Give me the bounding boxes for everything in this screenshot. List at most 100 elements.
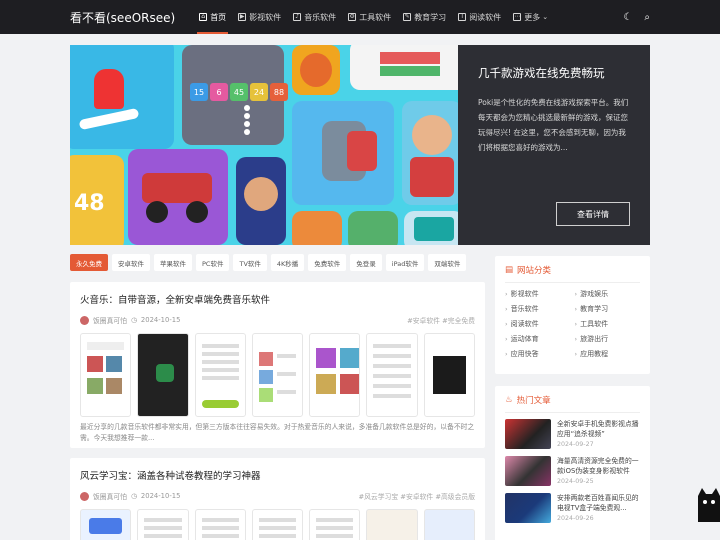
hot-article-thumb[interactable] [505, 419, 551, 449]
game-tile: 48 [70, 155, 124, 245]
chevron-right-icon: › [505, 290, 508, 298]
tab-dual[interactable]: 双端软件 [428, 254, 467, 271]
header-actions: ☾ ⌕ [623, 0, 650, 34]
screenshot-thumb [366, 509, 418, 540]
music-icon: ♪ [293, 13, 302, 21]
article-date: 2024-10-15 [140, 316, 181, 324]
article-excerpt: 最近分享的几款音乐软件都非常实用，但第三方版本往往容易失效。对于热爱音乐的人来说… [80, 423, 475, 442]
hot-article-item[interactable]: 安排两款老百姓喜闻乐见的电视TV盒子端免费观... 2024-09-26 [505, 493, 640, 523]
screenshot-thumb [80, 333, 132, 417]
category-link[interactable]: › 教育学习 [575, 304, 641, 314]
book-icon: T [458, 13, 467, 21]
category-link[interactable]: › 游戏娱乐 [575, 289, 641, 299]
tab-free[interactable]: 免费软件 [308, 254, 347, 271]
screenshot-thumb [423, 509, 475, 540]
game-tile [292, 211, 342, 245]
nav-label: 音乐软件 [304, 12, 337, 22]
hot-title: ♨ 热门文章 [505, 394, 640, 413]
game-tile [236, 157, 286, 245]
game-tile [292, 101, 394, 205]
more-icon: ⋯ [513, 13, 522, 21]
nav-home[interactable]: ⌂ 首页 [193, 0, 232, 34]
article-title[interactable]: 风云学习宝：涵盖各种试卷教程的学习神器 [80, 468, 475, 482]
chevron-right-icon: › [574, 290, 578, 298]
article-tags[interactable]: #安卓软件 #完全免费 [407, 315, 475, 325]
hot-article-date: 2024-09-25 [557, 478, 594, 485]
nav-tools[interactable]: ⚙ 工具软件 [342, 0, 397, 34]
article-tags[interactable]: #风云学习宝 #安卓软件 #高级会员版 [358, 491, 475, 501]
article-title[interactable]: 火音乐：自带音源，全新安卓端免费音乐软件 [80, 292, 475, 306]
nav-label: 工具软件 [359, 12, 392, 22]
tab-no-login[interactable]: 免登录 [350, 254, 382, 271]
category-link[interactable]: › 音乐软件 [505, 304, 571, 314]
category-link[interactable]: › 运动体育 [505, 334, 571, 344]
article-author[interactable]: 饭圈真可怕 [93, 491, 127, 501]
screenshot-thumb [309, 509, 361, 540]
nav-more[interactable]: ⋯ 更多 ⌄ [507, 0, 554, 34]
chevron-right-icon: › [574, 350, 578, 358]
article-card[interactable]: 火音乐：自带音源，全新安卓端免费音乐软件 饭圈真可怕 ◷ 2024-10-15 … [70, 282, 485, 448]
game-tile [70, 45, 174, 149]
tab-4k[interactable]: 4K秒播 [270, 254, 305, 271]
hero-info-panel: 几千款游戏在线免费畅玩 Poki是个性化的免费在线游戏探索平台。我们每天都会为您… [458, 45, 650, 245]
screenshot-thumb [309, 333, 361, 417]
cat-mascot-icon[interactable] [694, 486, 720, 522]
hero-title: 几千款游戏在线免费畅玩 [478, 66, 605, 80]
hot-article-thumb[interactable] [505, 493, 551, 523]
screenshot-thumb [80, 509, 132, 540]
tab-android[interactable]: 安卓软件 [112, 254, 150, 271]
tab-tv[interactable]: TV软件 [233, 254, 267, 271]
chevron-right-icon: › [574, 320, 578, 328]
article-screenshots [80, 509, 475, 540]
view-details-button[interactable]: 查看详情 [556, 202, 630, 226]
nav-music[interactable]: ♪ 音乐软件 [287, 0, 342, 34]
game-tile [404, 211, 458, 245]
category-link[interactable]: › 应用教程 [575, 349, 641, 359]
clock-icon: ◷ [130, 316, 137, 324]
category-link[interactable]: › 工具软件 [575, 319, 641, 329]
search-icon[interactable]: ⌕ [644, 12, 650, 23]
hot-articles-card: ♨ 热门文章 全新安卓手机免费影视点播应用“追杀视频” 2024-09-27 海… [495, 386, 650, 540]
hot-article-title[interactable]: 安排两款老百姓喜闻乐见的电视TV盒子端免费观... [557, 493, 640, 513]
chevron-right-icon: › [505, 320, 508, 328]
dark-mode-icon[interactable]: ☾ [623, 12, 632, 23]
article-card[interactable]: 风云学习宝：涵盖各种试卷教程的学习神器 饭圈真可怕 ◷ 2024-10-15 #… [70, 458, 485, 540]
avatar [80, 491, 89, 501]
game-tile [402, 101, 458, 205]
category-link[interactable]: › 影视软件 [505, 289, 571, 299]
hot-article-item[interactable]: 全新安卓手机免费影视点播应用“追杀视频” 2024-09-27 [505, 419, 640, 449]
category-link[interactable]: › 应用快答 [505, 349, 571, 359]
chevron-right-icon: › [574, 305, 578, 313]
screenshot-thumb [423, 333, 475, 417]
chevron-down-icon: ⌄ [542, 13, 549, 21]
tab-ipad[interactable]: iPad软件 [385, 254, 425, 271]
category-link[interactable]: › 阅读软件 [505, 319, 571, 329]
screenshot-thumb [137, 509, 189, 540]
home-icon: ⌂ [199, 13, 208, 21]
gear-icon: ⚙ [348, 13, 357, 21]
nav-reading[interactable]: T 阅读软件 [452, 0, 507, 34]
site-logo[interactable]: 看不看(seeORsee) [70, 9, 175, 26]
category-list: › 影视软件 › 游戏娱乐 › 音乐软件 › 教育学习 › 阅读软件 › 工具软件 › 运动体… [505, 289, 640, 359]
screenshot-thumb [366, 333, 418, 417]
tab-apple[interactable]: 苹果软件 [154, 254, 192, 271]
nav-label: 教育学习 [414, 12, 447, 22]
hot-article-item[interactable]: 海量高清资源完全免费的一款iOS伪装变身影视软件 2024-09-25 [505, 456, 640, 486]
screenshot-thumb [137, 333, 189, 417]
tab-pc[interactable]: PC软件 [196, 254, 230, 271]
article-author[interactable]: 饭圈真可怕 [93, 315, 127, 325]
nav-label: 首页 [210, 12, 227, 22]
hero-banner[interactable]: 15 6 45 24 88 48 几千款游戏在线免费畅玩 Poki是个性化的免费… [70, 45, 650, 245]
categories-title: ▤ 网站分类 [505, 264, 640, 283]
site-categories-card: ▤ 网站分类 › 影视软件 › 游戏娱乐 › 音乐软件 › 教育学习 › 阅读软件 › 工具… [495, 256, 650, 374]
nav-video[interactable]: ▶ 影视软件 [232, 0, 287, 34]
hot-article-thumb[interactable] [505, 456, 551, 486]
category-link[interactable]: › 旅游出行 [575, 334, 641, 344]
avatar [80, 315, 89, 325]
nav-education[interactable]: ✎ 教育学习 [397, 0, 452, 34]
hot-article-title[interactable]: 海量高清资源完全免费的一款iOS伪装变身影视软件 [557, 456, 640, 476]
hot-title-text: 热门文章 [516, 396, 551, 406]
hot-article-title[interactable]: 全新安卓手机免费影视点播应用“追杀视频” [557, 419, 640, 439]
tab-forever-free[interactable]: 永久免费 [70, 254, 108, 271]
nav-label: 更多 [524, 12, 541, 22]
